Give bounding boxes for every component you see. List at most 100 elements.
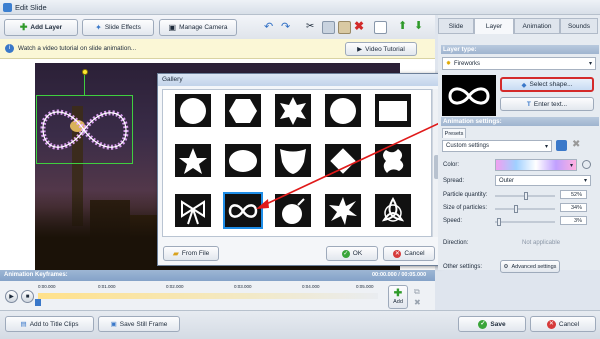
text-icon: T [526,100,531,108]
presets-tab[interactable]: Presets [442,128,466,138]
shape-sunburst[interactable] [173,92,213,129]
undo-icon[interactable]: ↶ [264,21,277,34]
video-icon: ▶ [357,46,363,53]
app-icon [3,2,12,12]
infinity-icon [448,86,490,105]
align-icon[interactable] [374,21,387,34]
slider-knob[interactable] [497,218,501,226]
video-tutorial-button[interactable]: ▶ Video Tutorial [345,42,417,56]
delete-preset-icon[interactable]: ✖ [572,139,583,150]
speed-label: Speed: [443,218,463,224]
direction-value: Not applicable [522,240,561,246]
layer-type-select[interactable]: ✸ Fireworks ▾ [442,57,596,70]
title-bar: Edit Slide [0,0,600,15]
manage-camera-button[interactable]: ▣ Manage Camera [159,19,237,36]
toolbar: ✚ Add Layer ✦ Slide Effects ▣ Manage Cam… [0,15,435,39]
spread-select[interactable]: Outer ▾ [495,175,591,186]
shape-bow[interactable] [173,192,213,229]
add-layer-button[interactable]: ✚ Add Layer [4,19,78,36]
plus-icon: ✚ [19,22,28,32]
fireworks-icon: ✸ [446,61,452,67]
cancel-icon: ✕ [393,249,402,258]
spread-label: Spread: [443,178,465,184]
stop-button[interactable]: ■ [21,290,34,303]
copy-keyframe-icon[interactable]: ⧉ [414,287,424,297]
film-icon: ▤ [20,321,27,328]
save-preset-icon[interactable] [556,140,567,151]
layer-selection-frame[interactable] [36,95,133,164]
tab-slide[interactable]: Slide [438,18,474,34]
info-icon: i [5,44,14,53]
keyframes-heading: Animation Keyframes: [0,270,435,281]
color-select[interactable]: ▾ [495,159,577,171]
from-file-button[interactable]: ▰ From File [163,246,219,261]
gear-icon: ⚙ [503,263,509,270]
other-settings-label: Other settings: [443,264,483,270]
delete-icon[interactable]: ✖ [354,20,367,33]
shape-icon: ◆ [521,81,527,89]
paste-icon[interactable] [338,21,351,34]
keyframe-marker[interactable] [35,299,41,306]
particle-quantity-label: Particle quantity: [443,192,488,198]
folder-icon: ▰ [172,249,179,258]
check-icon: ✓ [341,249,350,258]
tab-animation[interactable]: Animation [514,18,560,34]
color-picker-icon[interactable] [582,160,591,169]
layer-type-heading: Layer type: [441,45,599,54]
keyframes-time: 00:00.000 / 00:05.000 [372,272,427,278]
size-of-particles-label: Size of particles: [443,205,488,211]
window-title: Edit Slide [15,2,47,12]
animation-settings-heading: Animation settings: [441,117,599,126]
gallery-cancel-button[interactable]: ✕ Cancel [383,246,435,261]
cancel-button[interactable]: ✕ Cancel [530,316,596,332]
cancel-icon: ✕ [546,319,556,329]
chevron-down-icon: ▾ [588,61,592,67]
play-button[interactable]: ▶ [5,290,18,303]
tab-sounds[interactable]: Sounds [560,18,598,34]
rotate-line [84,75,85,95]
rotate-handle[interactable] [82,69,88,75]
keyframe-strip [38,293,378,299]
cut-icon[interactable]: ✂ [306,21,319,34]
move-down-icon[interactable]: ⬇ [414,20,427,33]
copy-icon[interactable] [322,21,335,34]
gallery-title: Gallery [158,74,440,86]
slider-knob[interactable] [514,205,518,213]
particle-quantity-value[interactable]: 52% [560,190,587,199]
select-shape-button[interactable]: ◆ Select shape... [500,77,594,92]
plus-icon: ✚ [393,288,403,299]
chevron-down-icon: ▾ [569,162,573,169]
size-of-particles-slider[interactable] [495,205,555,213]
camera-icon: ▣ [168,23,177,32]
bow-icon [181,199,205,224]
slider-knob[interactable] [524,192,528,200]
redo-icon[interactable]: ↷ [281,21,294,34]
particle-quantity-slider[interactable] [495,192,555,200]
advanced-settings-button[interactable]: ⚙ Advanced settings [500,260,560,273]
sparkle-icon: ✦ [95,23,102,32]
save-still-frame-button[interactable]: ▣ Save Still Frame [98,316,180,332]
speed-value[interactable]: 3% [560,216,587,225]
add-to-title-clips-button[interactable]: ▤ Add to Title Clips [5,316,94,332]
keyframe-track[interactable]: 0:00.000 0:01.000 0:02.000 0:03.000 0:04… [35,283,378,307]
stop-icon: ■ [25,294,30,300]
add-keyframe-button[interactable]: ✚ Add [388,285,408,309]
size-of-particles-value[interactable]: 34% [560,203,587,212]
image-icon: ▣ [110,321,117,328]
tab-layer[interactable]: Layer [474,18,514,34]
fireworks-infinity-layer [40,109,129,150]
ok-button[interactable]: ✓ OK [326,246,378,261]
move-up-icon[interactable]: ⬆ [398,20,411,33]
shape-star[interactable] [173,142,213,179]
delete-keyframe-icon[interactable]: ✖ [414,298,424,308]
slide-effects-button[interactable]: ✦ Slide Effects [82,19,154,36]
chevron-down-icon: ▾ [583,178,587,184]
speed-slider[interactable] [495,218,555,226]
preset-select[interactable]: Custom settings ▾ [442,140,552,152]
chevron-down-icon: ▾ [544,143,548,150]
color-label: Color: [443,162,460,168]
sunburst-icon [180,97,206,124]
enter-text-button[interactable]: T Enter text... [500,97,594,111]
play-icon: ▶ [9,294,14,300]
save-button[interactable]: ✓ Save [458,316,526,332]
